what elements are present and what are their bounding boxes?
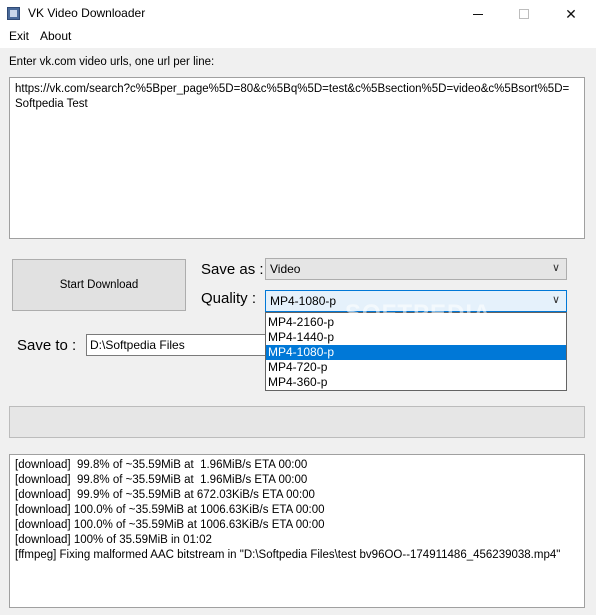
quality-select[interactable]: MP4-1080-p ∨ (265, 290, 567, 312)
log-output[interactable]: [download] 99.8% of ~35.59MiB at 1.96MiB… (9, 454, 585, 608)
menu-bar: Exit About (0, 28, 596, 48)
log-line: [download] 100% of 35.59MiB in 01:02 (15, 534, 212, 546)
window-title: VK Video Downloader (28, 6, 146, 20)
log-line: [download] 100.0% of ~35.59MiB at 1006.6… (15, 519, 325, 531)
quality-dropdown-list: MP4-2160-p MP4-1440-p MP4-1080-p MP4-720… (265, 312, 567, 391)
title-bar: VK Video Downloader ✕ (0, 0, 596, 28)
chevron-down-icon: ∨ (551, 262, 560, 274)
menu-exit[interactable]: Exit (7, 29, 31, 43)
log-line: [ffmpeg] Fixing malformed AAC bitstream … (15, 549, 561, 561)
quality-option[interactable]: MP4-1440-p (266, 330, 566, 345)
log-line: [download] 99.8% of ~35.59MiB at 1.96MiB… (15, 474, 308, 486)
menu-about[interactable]: About (38, 29, 73, 43)
app-icon (7, 7, 20, 20)
log-line: [download] 100.0% of ~35.59MiB at 1006.6… (15, 504, 325, 516)
quality-option[interactable]: MP4-360-p (266, 375, 566, 390)
url-prompt-label: Enter vk.com video urls, one url per lin… (9, 56, 215, 68)
maximize-icon (519, 9, 529, 19)
maximize-button[interactable] (501, 0, 547, 28)
close-icon: ✕ (565, 5, 577, 22)
close-button[interactable]: ✕ (548, 0, 594, 28)
quality-label: Quality : (201, 290, 257, 307)
save-as-value: Video (270, 262, 301, 276)
minimize-icon (473, 13, 483, 15)
quality-option[interactable]: MP4-2160-p (266, 315, 566, 330)
quality-option[interactable]: MP4-720-p (266, 360, 566, 375)
log-line: [download] 99.8% of ~35.59MiB at 1.96MiB… (15, 459, 308, 471)
url-textarea[interactable]: https://vk.com/search?c%5Bper_page%5D=80… (9, 77, 585, 239)
quality-option[interactable]: MP4-1080-p (266, 345, 566, 360)
start-download-button[interactable]: Start Download (12, 259, 186, 311)
save-as-select[interactable]: Video ∨ (265, 258, 567, 280)
save-to-label: Save to : (17, 337, 77, 354)
progress-bar (9, 406, 585, 438)
save-to-input[interactable]: D:\Softpedia Files (86, 334, 270, 356)
save-as-label: Save as : (201, 261, 264, 278)
quality-value: MP4-1080-p (270, 294, 337, 308)
minimize-button[interactable] (455, 0, 501, 28)
url-line: Softpedia Test (15, 98, 88, 110)
url-line: https://vk.com/search?c%5Bper_page%5D=80… (15, 83, 570, 95)
chevron-down-icon: ∨ (551, 294, 560, 306)
log-line: [download] 99.9% of ~35.59MiB at 672.03K… (15, 489, 315, 501)
